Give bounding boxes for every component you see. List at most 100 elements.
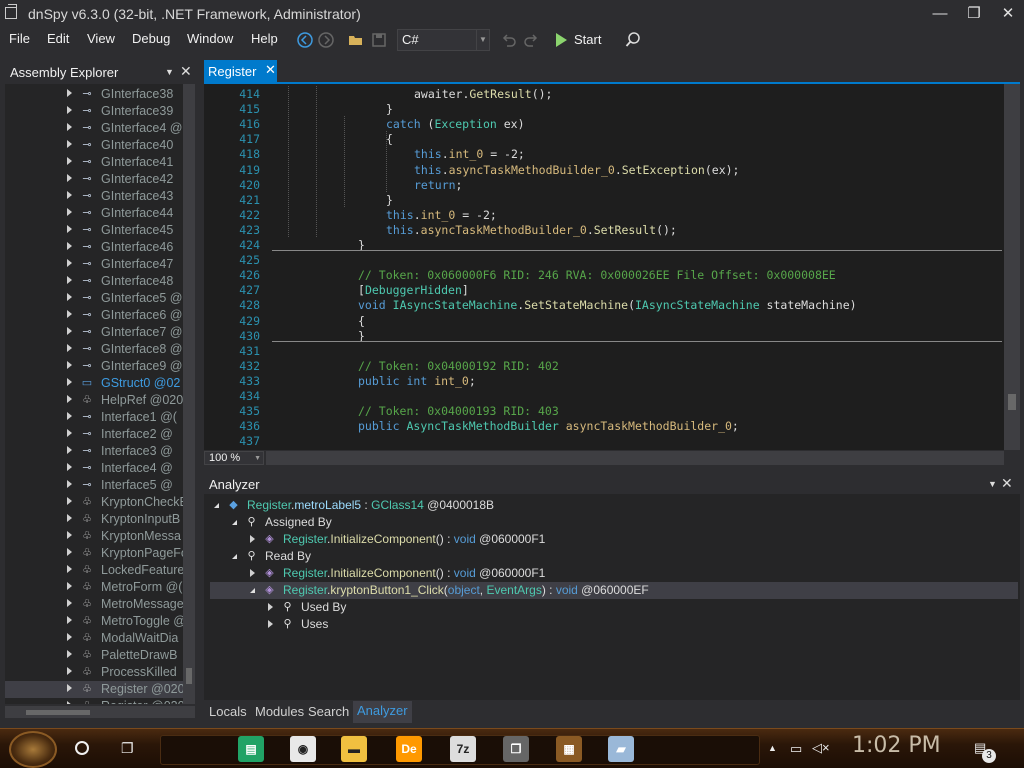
7zip-app[interactable]: 7z <box>450 736 476 762</box>
expand-arrow-icon[interactable] <box>67 361 72 369</box>
tree-item[interactable]: ⊸ GInterface47 <box>5 256 183 273</box>
chrome-app[interactable]: ◉ <box>290 736 316 762</box>
expand-arrow-icon[interactable] <box>67 344 72 352</box>
tree-item[interactable]: ⊸ GInterface44 <box>5 205 183 222</box>
expand-arrow-icon[interactable] <box>67 293 72 301</box>
start-button[interactable] <box>9 731 57 768</box>
expand-arrow-icon[interactable] <box>67 259 72 267</box>
expand-arrow-icon[interactable] <box>67 616 72 624</box>
maximize-button[interactable]: ❐ <box>962 3 986 25</box>
taskbar-clock[interactable]: 1:02 PM <box>852 733 941 758</box>
zoom-select[interactable]: 100 % ▼ <box>204 451 264 465</box>
expand-arrow-icon[interactable] <box>67 446 72 454</box>
analyzer-node[interactable]: ⚲ Used By <box>268 599 1004 616</box>
menu-view[interactable]: View <box>87 31 115 46</box>
minimize-button[interactable]: — <box>928 3 952 25</box>
expand-arrow-icon[interactable] <box>67 378 72 386</box>
tree-item[interactable]: ⊸ GInterface40 <box>5 137 183 154</box>
tree-item[interactable]: ♧ KryptonInputB <box>5 511 183 528</box>
tree-item[interactable]: ⊸ GInterface8 @ <box>5 341 183 358</box>
tab-modules[interactable]: Modules <box>255 704 304 719</box>
tree-item[interactable]: ♧ PaletteDrawB <box>5 647 183 664</box>
tab-search[interactable]: Search <box>308 704 349 719</box>
back-icon[interactable] <box>296 31 314 49</box>
tree-item[interactable]: ♧ ModalWaitDia <box>5 630 183 647</box>
tree-item[interactable]: ♧ KryptonCheckB <box>5 494 183 511</box>
tree-item[interactable]: ⊸ GInterface4 @ <box>5 120 183 137</box>
expand-arrow-icon[interactable] <box>67 310 72 318</box>
expand-arrow-icon[interactable] <box>67 208 72 216</box>
analyzer-node[interactable]: ⚲ Assigned By <box>232 514 1004 531</box>
expand-arrow-icon[interactable] <box>67 701 72 704</box>
expand-arrow-icon[interactable] <box>67 157 72 165</box>
file-explorer-app[interactable]: ▬ <box>341 736 367 762</box>
expand-arrow-icon[interactable] <box>67 191 72 199</box>
tree-item[interactable]: ⊸ GInterface38 <box>5 86 183 103</box>
expand-arrow-icon[interactable] <box>250 535 255 543</box>
undo-icon[interactable] <box>500 31 518 49</box>
expand-arrow-icon[interactable] <box>67 395 72 403</box>
task-view-icon[interactable]: ❐ <box>121 740 139 756</box>
close-icon[interactable]: ✕ <box>180 63 192 80</box>
sheets-app[interactable]: ▤ <box>238 736 264 762</box>
tree-item[interactable]: ♧ MetroMessage <box>5 596 183 613</box>
expand-arrow-icon[interactable] <box>67 599 72 607</box>
analyzer-node[interactable]: ◈ Register.InitializeComponent() : void @… <box>250 531 1004 548</box>
start-debugging-button[interactable]: Start <box>554 31 601 49</box>
tree-item[interactable]: ⊸ GInterface43 <box>5 188 183 205</box>
tree-item[interactable]: ⊸ GInterface48 <box>5 273 183 290</box>
expand-arrow-icon[interactable] <box>67 565 72 573</box>
expand-arrow-icon[interactable] <box>67 89 72 97</box>
menu-debug[interactable]: Debug <box>132 31 170 46</box>
tab-analyzer[interactable]: Analyzer <box>353 701 412 723</box>
tree-item[interactable]: ♧ MetroToggle @ <box>5 613 183 630</box>
tree-item[interactable]: ⊸ GInterface42 <box>5 171 183 188</box>
tree-item[interactable]: ⊸ Interface3 @ <box>5 443 183 460</box>
expand-arrow-icon[interactable] <box>67 514 72 522</box>
dropdown-icon[interactable]: ▼ <box>988 479 997 489</box>
tree-item[interactable]: ⊸ GInterface45 <box>5 222 183 239</box>
expand-arrow-icon[interactable] <box>67 412 72 420</box>
expand-arrow-icon[interactable] <box>67 327 72 335</box>
expand-arrow-icon[interactable] <box>67 123 72 131</box>
tree-item[interactable]: ⊸ Interface2 @ <box>5 426 183 443</box>
tree-item[interactable]: ⊸ Interface4 @ <box>5 460 183 477</box>
expand-arrow-icon[interactable] <box>67 497 72 505</box>
close-icon[interactable]: ✕ <box>1001 475 1013 492</box>
tree-item[interactable]: ⊸ Interface1 @( <box>5 409 183 426</box>
tree-item[interactable]: ♧ LockedFeature <box>5 562 183 579</box>
expand-arrow-icon[interactable] <box>67 140 72 148</box>
collapse-arrow-icon[interactable] <box>250 588 255 593</box>
expand-arrow-icon[interactable] <box>67 480 72 488</box>
analyzer-node[interactable]: ⚲ Uses <box>268 616 1004 633</box>
tab-register[interactable]: Register ✕ <box>204 60 277 82</box>
tree-item[interactable]: ♧ ProcessKilled <box>5 664 183 681</box>
open-folder-icon[interactable] <box>347 31 365 49</box>
expand-arrow-icon[interactable] <box>67 463 72 471</box>
notes-app[interactable]: ▰ <box>608 736 634 762</box>
tree-item[interactable]: ♧ Register @020 <box>5 681 183 698</box>
redo-icon[interactable] <box>522 31 540 49</box>
expand-arrow-icon[interactable] <box>67 633 72 641</box>
expand-arrow-icon[interactable] <box>250 569 255 577</box>
collapse-arrow-icon[interactable] <box>214 503 219 508</box>
analyzer-node[interactable]: ⚲ Read By <box>232 548 1004 565</box>
analyzer-node[interactable]: ◈ Register.kryptonButton1_Click(object, E… <box>250 582 1004 599</box>
expand-arrow-icon[interactable] <box>268 603 273 611</box>
forward-icon[interactable] <box>317 31 335 49</box>
collapse-arrow-icon[interactable] <box>232 554 237 559</box>
cortana-icon[interactable] <box>75 741 89 755</box>
chevron-down-icon[interactable]: ▼ <box>476 30 489 50</box>
menu-edit[interactable]: Edit <box>47 31 69 46</box>
chevron-up-icon[interactable]: ▲ <box>768 743 777 753</box>
tree-item[interactable]: ♧ MetroForm @( <box>5 579 183 596</box>
editor-hscrollbar[interactable] <box>266 451 1004 465</box>
tab-locals[interactable]: Locals <box>209 704 247 719</box>
expand-arrow-icon[interactable] <box>67 684 72 692</box>
tree-item[interactable]: ⊸ GInterface46 <box>5 239 183 256</box>
expand-arrow-icon[interactable] <box>67 225 72 233</box>
expand-arrow-icon[interactable] <box>67 276 72 284</box>
dropdown-icon[interactable]: ▼ <box>165 67 174 77</box>
close-icon[interactable]: ✕ <box>265 62 276 78</box>
tree-item[interactable]: ♧ KryptonMessa <box>5 528 183 545</box>
